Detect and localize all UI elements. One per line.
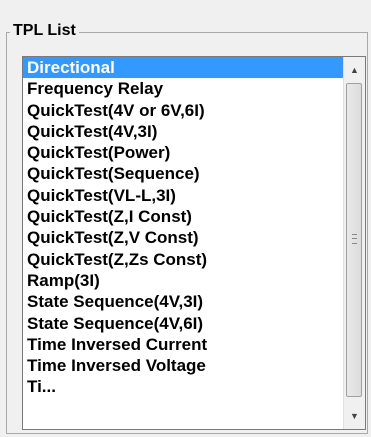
list-item[interactable]: QuickTest(VL-L,3I): [23, 185, 344, 206]
list-item[interactable]: QuickTest(Z,I Const): [23, 206, 344, 227]
list-item[interactable]: Time Inversed Current: [23, 334, 344, 355]
list-item[interactable]: Directional: [23, 57, 344, 79]
vertical-scrollbar[interactable]: ▲ ▼: [343, 57, 365, 429]
list-item[interactable]: QuickTest(Sequence): [23, 163, 344, 184]
tpl-listbox[interactable]: Directional Frequency Relay QuickTest(4V…: [22, 56, 366, 430]
list-item[interactable]: Ti...: [23, 376, 344, 397]
list-item[interactable]: QuickTest(Power): [23, 142, 344, 163]
arrow-up-icon: ▲: [350, 65, 359, 75]
list-items: Directional Frequency Relay QuickTest(4V…: [23, 57, 344, 398]
list-item[interactable]: State Sequence(4V,3I): [23, 291, 344, 312]
list-item[interactable]: QuickTest(4V,3I): [23, 121, 344, 142]
list-item[interactable]: Time Inversed Voltage: [23, 355, 344, 376]
groupbox-title: TPL List: [10, 22, 79, 40]
scroll-down-button[interactable]: ▼: [344, 407, 365, 425]
grip-icon: [352, 234, 357, 244]
arrow-down-icon: ▼: [350, 411, 359, 421]
list-item[interactable]: Frequency Relay: [23, 78, 344, 99]
scroll-up-button[interactable]: ▲: [344, 61, 365, 79]
list-item[interactable]: QuickTest(Z,V Const): [23, 227, 344, 248]
list-item[interactable]: Ramp(3I): [23, 270, 344, 291]
list-item[interactable]: State Sequence(4V,6I): [23, 313, 344, 334]
scrollbar-thumb[interactable]: [346, 83, 362, 397]
list-item[interactable]: QuickTest(Z,Zs Const): [23, 249, 344, 270]
list-item[interactable]: QuickTest(4V or 6V,6I): [23, 100, 344, 121]
